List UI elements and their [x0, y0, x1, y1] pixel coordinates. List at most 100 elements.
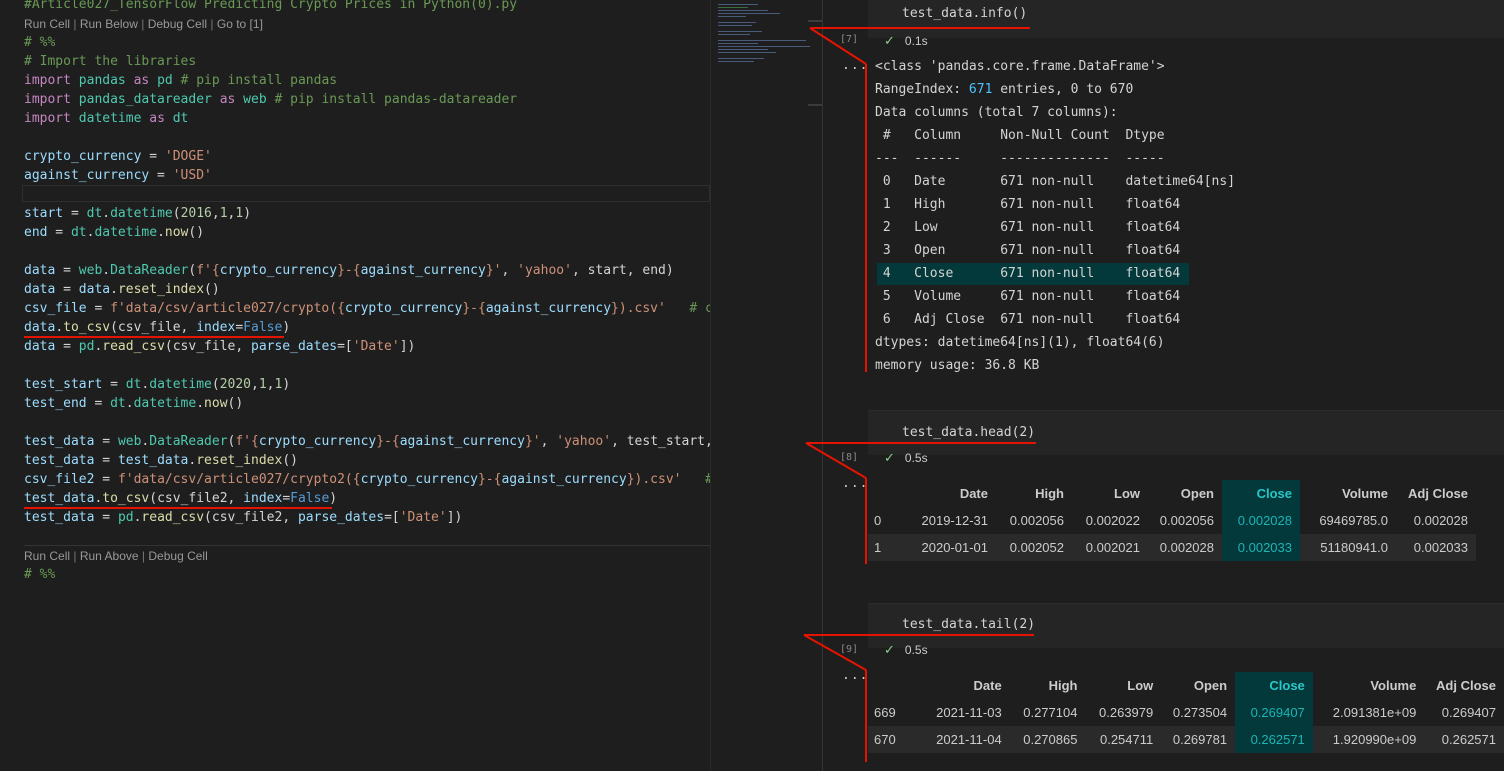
code-line[interactable]: data = web.DataReader(f'{crypto_currency… — [24, 261, 674, 280]
output-line: RangeIndex: 671 entries, 0 to 670 — [875, 82, 1134, 97]
cell-code[interactable]: test_data.info() — [902, 6, 1027, 21]
minimap[interactable] — [712, 0, 812, 771]
table-row: 670 2021-11-04 0.270865 0.254711 0.269781 0.2… — [868, 726, 1504, 753]
cell-divider — [24, 545, 710, 546]
table-cell: 0.254711 — [1085, 726, 1162, 753]
table-cell: 1.920990e+09 — [1312, 726, 1425, 753]
exec-time: 0.1s — [904, 34, 928, 48]
table-cell: 0.269407 — [1441, 705, 1496, 720]
column-header: Adj Close — [1436, 678, 1496, 693]
cell-status: ✓ 0.5s — [884, 641, 928, 659]
code-line[interactable]: import pandas as pd # pip install pandas — [24, 71, 337, 90]
go-to-link[interactable]: Go to [1] — [217, 17, 263, 31]
run-below-link[interactable]: Run Below — [80, 17, 138, 31]
code-cell-info[interactable]: test_data.info() — [868, 0, 1504, 38]
check-icon: ✓ — [884, 642, 895, 657]
output-line: 3 Open 671 non-null float64 — [875, 243, 1181, 258]
table-cell: 0.262571 — [1424, 726, 1504, 753]
table-cell: 0.002021 — [1072, 534, 1148, 561]
column-header: High — [1048, 678, 1078, 693]
dataframe-head-table: Date High Low Open Close Volume Adj Close 0 2019… — [868, 480, 1476, 561]
scrollbar-marker — [808, 104, 822, 106]
table-cell: 2019-12-31 — [921, 513, 989, 528]
table-cell: 670 — [868, 726, 908, 753]
code-line[interactable]: test_data = web.DataReader(f'{crypto_cur… — [24, 432, 710, 451]
column-header: Open — [1193, 678, 1228, 693]
column-header: Close — [1222, 480, 1300, 507]
table-row: 669 2021-11-03 0.277104 0.263979 0.273504 0.2… — [868, 699, 1504, 726]
table-cell: 0.002033 — [1396, 534, 1476, 561]
code-line[interactable]: test_start = dt.datetime(2020,1,1) — [24, 375, 290, 394]
current-line-highlight — [22, 185, 710, 202]
run-cell-link[interactable]: Run Cell — [24, 17, 70, 31]
code-line[interactable]: test_data = pd.read_csv(csv_file2, parse… — [24, 508, 462, 527]
table-cell: 69469785.0 — [1319, 513, 1388, 528]
output-more-icon[interactable]: ... — [842, 476, 868, 491]
run-above-link[interactable]: Run Above — [80, 549, 139, 563]
table-cell: 1 — [868, 534, 892, 561]
check-icon: ✓ — [884, 33, 895, 48]
table-row: 1 2020-01-01 0.002052 0.002021 0.002028 0.002… — [868, 534, 1476, 561]
output-more-icon[interactable]: ... — [842, 58, 868, 73]
file-header-line: #Article027_TensorFlow Predicting Crypto… — [24, 0, 518, 12]
code-line[interactable]: crypto_currency = 'DOGE' — [24, 147, 212, 166]
code-line[interactable]: data = data.reset_index() — [24, 280, 220, 299]
code-cell-head[interactable]: test_data.head(2) — [868, 410, 1504, 455]
table-cell: 2.091381e+09 — [1332, 705, 1417, 720]
code-line[interactable]: csv_file2 = f'data/csv/article027/crypto… — [24, 470, 710, 489]
table-cell: 0 — [874, 513, 882, 528]
codelens-bottom: Run Cell | Run Above | Debug Cell — [24, 549, 208, 563]
code-line[interactable]: start = dt.datetime(2016,1,1) — [24, 204, 251, 223]
code-line[interactable]: # %% — [24, 33, 55, 52]
output-line: 6 Adj Close 671 non-null float64 — [875, 312, 1181, 327]
column-header: Date — [973, 678, 1002, 693]
table-cell: 0.269407 — [1235, 699, 1313, 726]
code-line[interactable]: import pandas_datareader as web # pip in… — [24, 90, 517, 109]
cell-status: ✓ 0.1s — [884, 32, 928, 50]
table-header-row: Date High Low Open Close Volume Adj Close — [868, 672, 1504, 699]
code-line[interactable]: against_currency = 'USD' — [24, 166, 212, 185]
editor-split-line — [710, 0, 711, 771]
cell-code[interactable]: test_data.head(2) — [902, 425, 1035, 440]
execution-count: [8] — [840, 452, 859, 463]
code-line[interactable]: end = dt.datetime.now() — [24, 223, 204, 242]
table-header-row: Date High Low Open Close Volume Adj Close — [868, 480, 1476, 507]
cell-code[interactable]: test_data.tail(2) — [902, 617, 1035, 632]
column-header: Date — [959, 486, 988, 501]
output-line: --- ------ -------------- ----- — [875, 151, 1165, 166]
debug-cell-link[interactable]: Debug Cell — [148, 17, 207, 31]
table-cell: 0.277104 — [1023, 705, 1078, 720]
code-line[interactable]: csv_file = f'data/csv/article027/crypto(… — [24, 299, 710, 318]
run-cell-link[interactable]: Run Cell — [24, 549, 70, 563]
code-line[interactable]: test_data = test_data.reset_index() — [24, 451, 298, 470]
code-line[interactable]: test_data.to_csv(csv_file2, index=False) — [24, 489, 337, 508]
table-cell: 0.262571 — [1235, 726, 1313, 753]
debug-cell-link[interactable]: Debug Cell — [148, 549, 207, 563]
column-header: Adj Close — [1408, 486, 1468, 501]
table-cell: 0.269781 — [1161, 726, 1236, 753]
table-cell: 2021-11-04 — [907, 726, 1010, 753]
table-cell: 2021-11-03 — [936, 705, 1002, 720]
column-header — [868, 480, 892, 507]
table-row: 0 2019-12-31 0.002056 0.002022 0.002056 0.002… — [868, 507, 1476, 534]
output-more-icon[interactable]: ... — [842, 668, 868, 683]
column-header — [868, 672, 908, 699]
code-cell-tail[interactable]: test_data.tail(2) — [868, 603, 1504, 648]
code-editor[interactable]: #Article027_TensorFlow Predicting Crypto… — [0, 0, 710, 771]
code-line[interactable]: data = pd.read_csv(csv_file, parse_dates… — [24, 337, 415, 356]
table-cell: 0.270865 — [1009, 726, 1086, 753]
code-line[interactable]: test_end = dt.datetime.now() — [24, 394, 243, 413]
cell-status: ✓ 0.5s — [884, 449, 928, 467]
table-cell: 0.002033 — [1222, 534, 1300, 561]
output-line: 1 High 671 non-null float64 — [875, 197, 1181, 212]
code-line[interactable]: data.to_csv(csv_file, index=False) — [24, 318, 290, 337]
table-cell: 0.002022 — [1085, 513, 1140, 528]
codelens-top: Run Cell | Run Below | Debug Cell | Go t… — [24, 17, 263, 31]
code-line[interactable]: # Import the libraries — [24, 52, 196, 71]
column-header: Low — [1114, 486, 1140, 501]
table-cell: 0.273504 — [1172, 705, 1228, 720]
table-cell: 2020-01-01 — [892, 534, 996, 561]
output-line: # Column Non-Null Count Dtype — [875, 128, 1165, 143]
code-line[interactable]: import datetime as dt — [24, 109, 188, 128]
execution-count: [7] — [840, 34, 859, 45]
